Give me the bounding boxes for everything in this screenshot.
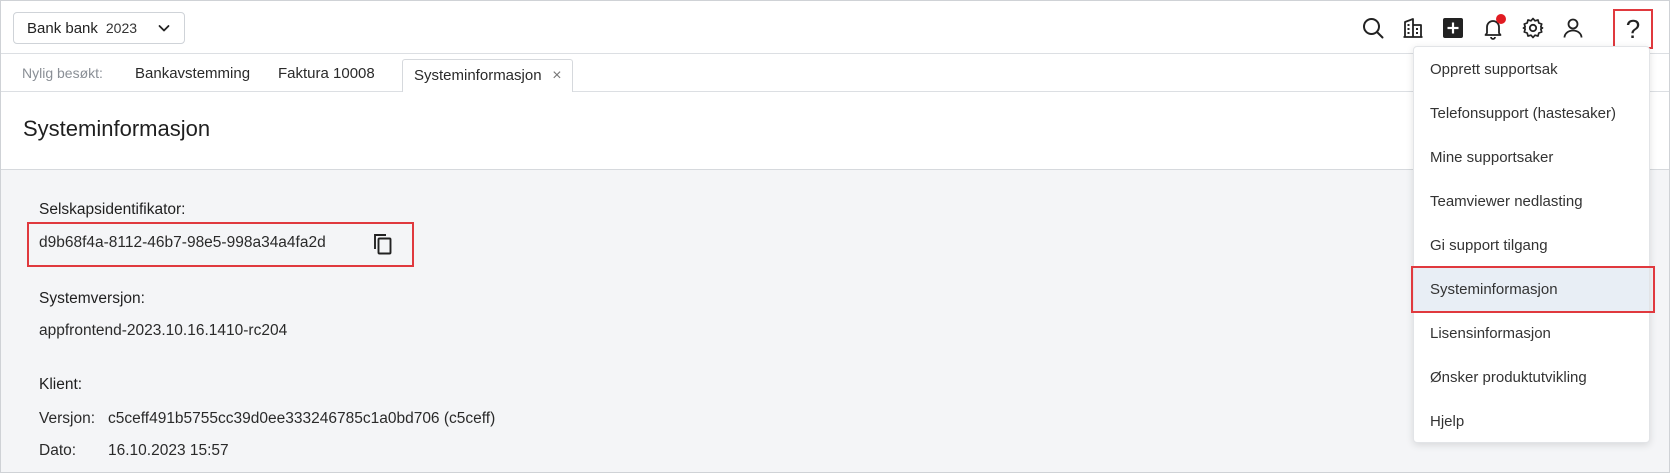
system-version-value: appfrontend-2023.10.16.1410-rc204 (39, 322, 288, 339)
copy-icon[interactable] (371, 232, 395, 256)
company-id-value: d9b68f4a-8112-46b7-98e5-998a34a4fa2d (39, 234, 326, 251)
menu-item-produktutvikling[interactable]: Ønsker produktutvikling (1414, 355, 1649, 399)
company-id-label: Selskapsidentifikator: (39, 201, 186, 218)
system-version-label: Systemversjon: (39, 290, 145, 307)
page-title: Systeminformasjon (23, 116, 211, 141)
help-icon: ? (1625, 14, 1641, 44)
menu-item-telefonsupport[interactable]: Telefonsupport (hastesaker) (1414, 91, 1649, 135)
chevron-down-icon (158, 25, 170, 32)
client-version-value: c5ceff491b5755cc39d0ee333246785c1a0bd706… (108, 410, 496, 427)
notification-badge (1496, 14, 1506, 24)
menu-item-opprett-supportsak[interactable]: Opprett supportsak (1414, 47, 1649, 91)
menu-item-hjelp[interactable]: Hjelp (1414, 399, 1649, 443)
settings-button[interactable] (1516, 11, 1550, 45)
tab-faktura[interactable]: Faktura 10008 (278, 65, 375, 82)
close-icon[interactable]: × (552, 67, 561, 85)
building-icon (1403, 18, 1423, 38)
client-label: Klient: (39, 376, 83, 393)
company-selector[interactable]: Bank bank 2023 (13, 12, 185, 44)
tab-label: Systeminformasjon (414, 67, 542, 84)
menu-item-systeminformasjon[interactable]: Systeminformasjon (1414, 267, 1649, 311)
menu-item-teamviewer[interactable]: Teamviewer nedlasting (1414, 179, 1649, 223)
search-button[interactable] (1356, 11, 1390, 45)
menu-item-mine-supportsaker[interactable]: Mine supportsaker (1414, 135, 1649, 179)
tab-systeminformasjon[interactable]: Systeminformasjon × (402, 59, 573, 93)
add-button[interactable] (1436, 11, 1470, 45)
company-button[interactable] (1396, 11, 1430, 45)
client-date-value: 16.10.2023 15:57 (108, 442, 229, 459)
user-icon (1563, 18, 1583, 38)
company-year: 2023 (105, 20, 138, 36)
notifications-button[interactable] (1476, 11, 1510, 45)
user-button[interactable] (1556, 11, 1590, 45)
menu-item-gi-support-tilgang[interactable]: Gi support tilgang (1414, 223, 1649, 267)
recent-label: Nylig besøkt: (22, 65, 103, 81)
help-menu: Opprett supportsak Telefonsupport (haste… (1413, 46, 1650, 443)
add-icon (1443, 18, 1463, 38)
app-window: Bank bank 2023 ? Nylig besøkt: Bankavste… (0, 0, 1670, 473)
help-button[interactable]: ? (1613, 9, 1653, 49)
menu-item-lisensinformasjon[interactable]: Lisensinformasjon (1414, 311, 1649, 355)
client-date-label: Dato: (39, 442, 77, 459)
client-version-label: Versjon: (39, 410, 96, 427)
company-name: Bank bank (27, 19, 98, 37)
search-icon (1363, 18, 1384, 39)
gear-icon (1522, 17, 1544, 39)
tab-bankavstemming[interactable]: Bankavstemming (135, 65, 250, 82)
